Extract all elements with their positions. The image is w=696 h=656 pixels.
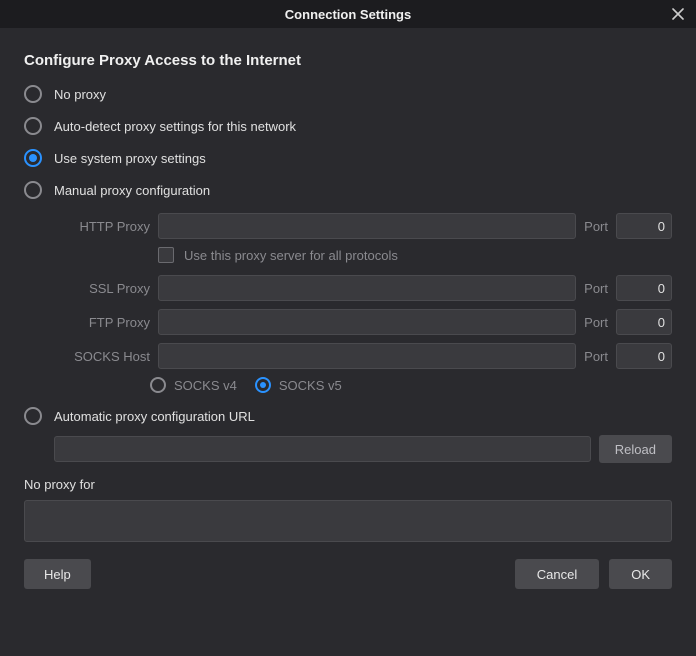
ftp-proxy-row: FTP Proxy Port <box>24 309 672 335</box>
ssl-proxy-input[interactable] <box>158 275 576 301</box>
no-proxy-for-label: No proxy for <box>24 477 672 492</box>
dialog-title: Connection Settings <box>285 7 411 22</box>
radio-icon <box>24 117 42 135</box>
ok-button[interactable]: OK <box>609 559 672 589</box>
radio-icon <box>24 407 42 425</box>
cancel-button[interactable]: Cancel <box>515 559 599 589</box>
http-proxy-row: HTTP Proxy Port <box>24 213 672 239</box>
radio-system-proxy[interactable]: Use system proxy settings <box>24 149 672 167</box>
radio-label: Automatic proxy configuration URL <box>54 409 255 424</box>
no-proxy-for-input[interactable] <box>24 500 672 542</box>
ftp-port-input[interactable] <box>616 309 672 335</box>
ftp-proxy-label: FTP Proxy <box>24 315 150 330</box>
help-button[interactable]: Help <box>24 559 91 589</box>
radio-auto-detect[interactable]: Auto-detect proxy settings for this netw… <box>24 117 672 135</box>
http-proxy-input[interactable] <box>158 213 576 239</box>
ssl-port-input[interactable] <box>616 275 672 301</box>
use-all-row[interactable]: Use this proxy server for all protocols <box>158 247 672 263</box>
radio-label: Manual proxy configuration <box>54 183 210 198</box>
socks-v4-label: SOCKS v4 <box>174 378 237 393</box>
manual-proxy-block: HTTP Proxy Port Use this proxy server fo… <box>24 213 672 393</box>
radio-label: No proxy <box>54 87 106 102</box>
socks-host-input[interactable] <box>158 343 576 369</box>
port-label: Port <box>584 349 608 364</box>
socks-host-label: SOCKS Host <box>24 349 150 364</box>
dialog-content: Configure Proxy Access to the Internet N… <box>0 28 696 603</box>
radio-icon <box>24 181 42 199</box>
titlebar: Connection Settings <box>0 0 696 28</box>
ssl-proxy-row: SSL Proxy Port <box>24 275 672 301</box>
auto-config-url-input[interactable] <box>54 436 591 462</box>
port-label: Port <box>584 315 608 330</box>
radio-icon <box>24 85 42 103</box>
radio-socks-v4[interactable]: SOCKS v4 <box>150 377 237 393</box>
port-label: Port <box>584 281 608 296</box>
socks-host-row: SOCKS Host Port <box>24 343 672 369</box>
http-proxy-label: HTTP Proxy <box>24 219 150 234</box>
radio-no-proxy[interactable]: No proxy <box>24 85 672 103</box>
http-port-input[interactable] <box>616 213 672 239</box>
reload-button[interactable]: Reload <box>599 435 672 463</box>
socks-version-row: SOCKS v4 SOCKS v5 <box>150 377 672 393</box>
close-icon[interactable] <box>668 4 688 24</box>
radio-label: Use system proxy settings <box>54 151 206 166</box>
port-label: Port <box>584 219 608 234</box>
auto-url-block: Reload <box>24 435 672 463</box>
radio-icon <box>24 149 42 167</box>
button-bar: Help Cancel OK <box>24 559 672 589</box>
use-all-label: Use this proxy server for all protocols <box>184 248 398 263</box>
radio-auto-config-url[interactable]: Automatic proxy configuration URL <box>24 407 672 425</box>
radio-manual[interactable]: Manual proxy configuration <box>24 181 672 199</box>
ssl-proxy-label: SSL Proxy <box>24 281 150 296</box>
section-heading: Configure Proxy Access to the Internet <box>24 52 672 69</box>
radio-icon <box>255 377 271 393</box>
ftp-proxy-input[interactable] <box>158 309 576 335</box>
radio-socks-v5[interactable]: SOCKS v5 <box>255 377 342 393</box>
radio-icon <box>150 377 166 393</box>
use-all-checkbox[interactable] <box>158 247 174 263</box>
socks-port-input[interactable] <box>616 343 672 369</box>
socks-v5-label: SOCKS v5 <box>279 378 342 393</box>
radio-label: Auto-detect proxy settings for this netw… <box>54 119 296 134</box>
